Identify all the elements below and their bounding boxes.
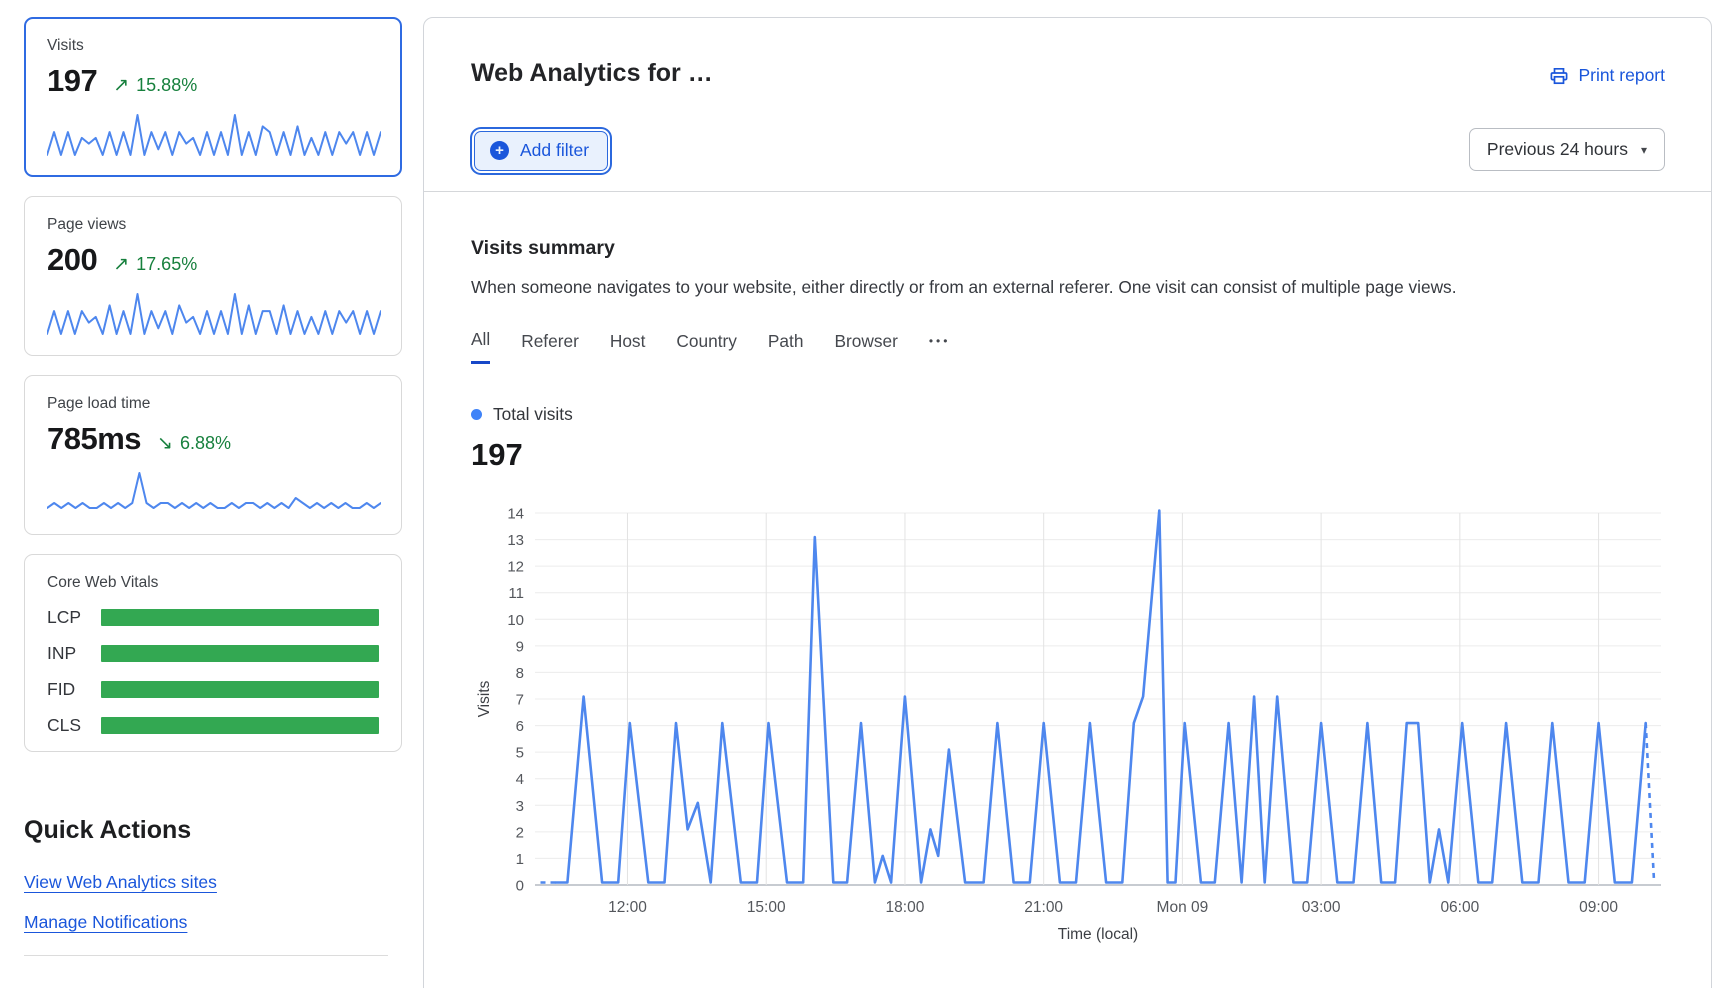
trend-percent: 17.65% bbox=[136, 254, 197, 275]
cwv-row-cls: CLS bbox=[47, 715, 379, 736]
time-range-dropdown[interactable]: Previous 24 hours ▾ bbox=[1469, 128, 1665, 171]
svg-text:7: 7 bbox=[516, 692, 524, 709]
web-analytics-dashboard: Visits 197 ↗ 15.88% Page views 200 ↗ 17.… bbox=[0, 0, 1730, 988]
svg-text:21:00: 21:00 bbox=[1024, 899, 1063, 916]
metric-value-row: 197 ↗ 15.88% bbox=[47, 63, 379, 99]
tab-path[interactable]: Path bbox=[768, 331, 804, 363]
svg-text:Mon 09: Mon 09 bbox=[1157, 899, 1209, 916]
metrics-sidebar: Visits 197 ↗ 15.88% Page views 200 ↗ 17.… bbox=[24, 17, 402, 956]
visits-summary-section: Visits summary When someone navigates to… bbox=[424, 192, 1711, 951]
cwv-good-bar bbox=[101, 645, 379, 662]
svg-text:12:00: 12:00 bbox=[608, 899, 647, 916]
trend-indicator: ↗ 17.65% bbox=[113, 253, 197, 276]
view-web-analytics-sites-link[interactable]: View Web Analytics sites bbox=[24, 872, 217, 893]
sidebar-divider bbox=[24, 955, 388, 956]
visits-metric-card[interactable]: Visits 197 ↗ 15.88% bbox=[24, 17, 402, 177]
page-load-time-metric-card[interactable]: Page load time 785ms ↘ 6.88% bbox=[24, 375, 402, 535]
svg-text:1: 1 bbox=[516, 851, 524, 868]
more-tabs-ellipsis-icon[interactable]: ••• bbox=[929, 334, 951, 359]
cwv-metric-label: INP bbox=[47, 643, 101, 664]
total-visits-value: 197 bbox=[471, 437, 1664, 473]
svg-text:12: 12 bbox=[507, 559, 524, 576]
cwv-good-bar bbox=[101, 717, 379, 734]
svg-text:5: 5 bbox=[516, 745, 524, 762]
cwv-row-fid: FID bbox=[47, 679, 379, 700]
chart-legend: Total visits bbox=[471, 404, 1664, 425]
metric-value: 785ms bbox=[47, 421, 141, 457]
page-views-sparkline bbox=[47, 290, 381, 336]
trend-indicator: ↗ 15.88% bbox=[113, 74, 197, 97]
svg-text:6: 6 bbox=[516, 718, 524, 735]
svg-text:0: 0 bbox=[516, 878, 524, 895]
plus-icon: + bbox=[490, 141, 509, 160]
cwv-good-bar bbox=[101, 681, 379, 698]
metric-value-row: 200 ↗ 17.65% bbox=[47, 242, 379, 278]
trend-percent: 6.88% bbox=[180, 433, 231, 454]
svg-text:09:00: 09:00 bbox=[1579, 899, 1618, 916]
svg-text:10: 10 bbox=[507, 612, 524, 629]
tab-host[interactable]: Host bbox=[610, 331, 646, 363]
svg-text:4: 4 bbox=[516, 771, 524, 788]
visits-sparkline bbox=[47, 111, 381, 157]
add-filter-label: Add filter bbox=[520, 140, 589, 161]
cwv-metric-label: FID bbox=[47, 679, 101, 700]
main-panel: Web Analytics for … Print report + Add f… bbox=[423, 17, 1712, 988]
section-description: When someone navigates to your website, … bbox=[471, 277, 1664, 298]
cwv-good-bar bbox=[101, 609, 379, 626]
svg-text:06:00: 06:00 bbox=[1440, 899, 1479, 916]
svg-text:18:00: 18:00 bbox=[886, 899, 925, 916]
visits-chart-container: 0123456789101112131412:0015:0018:0021:00… bbox=[471, 499, 1664, 951]
svg-text:11: 11 bbox=[508, 585, 524, 602]
core-web-vitals-title: Core Web Vitals bbox=[47, 574, 379, 592]
legend-dot-icon bbox=[471, 409, 482, 420]
tab-browser[interactable]: Browser bbox=[834, 331, 897, 363]
svg-text:Time (local): Time (local) bbox=[1058, 926, 1138, 943]
manage-notifications-link[interactable]: Manage Notifications bbox=[24, 912, 187, 933]
metric-title: Page load time bbox=[47, 395, 379, 413]
svg-text:13: 13 bbox=[507, 532, 524, 549]
metric-value-row: 785ms ↘ 6.88% bbox=[47, 421, 379, 457]
cwv-metric-label: CLS bbox=[47, 715, 101, 736]
time-range-label: Previous 24 hours bbox=[1487, 139, 1628, 160]
cwv-row-inp: INP bbox=[47, 643, 379, 664]
trend-indicator: ↘ 6.88% bbox=[157, 432, 231, 455]
quick-actions-heading: Quick Actions bbox=[24, 816, 402, 845]
trend-down-arrow-icon: ↘ bbox=[157, 432, 173, 455]
svg-text:03:00: 03:00 bbox=[1302, 899, 1341, 916]
trend-up-arrow-icon: ↗ bbox=[113, 74, 129, 97]
tab-all[interactable]: All bbox=[471, 329, 490, 364]
core-web-vitals-card[interactable]: Core Web Vitals LCP INP FID CLS bbox=[24, 554, 402, 752]
metric-value: 197 bbox=[47, 63, 97, 99]
visits-line-chart[interactable]: 0123456789101112131412:0015:0018:0021:00… bbox=[471, 499, 1671, 951]
page-title: Web Analytics for … bbox=[471, 59, 713, 88]
print-report-button[interactable]: Print report bbox=[1549, 65, 1665, 86]
panel-header: Web Analytics for … Print report + Add f… bbox=[424, 18, 1711, 191]
trend-percent: 15.88% bbox=[136, 75, 197, 96]
svg-text:2: 2 bbox=[516, 824, 524, 841]
printer-icon bbox=[1549, 66, 1569, 86]
cwv-metric-label: LCP bbox=[47, 607, 101, 628]
svg-text:9: 9 bbox=[516, 638, 524, 655]
svg-text:3: 3 bbox=[516, 798, 524, 815]
svg-text:Visits: Visits bbox=[476, 680, 493, 717]
cwv-row-lcp: LCP bbox=[47, 607, 379, 628]
tab-referer[interactable]: Referer bbox=[521, 331, 579, 363]
legend-label: Total visits bbox=[493, 404, 573, 425]
chevron-down-icon: ▾ bbox=[1641, 143, 1647, 157]
print-report-label: Print report bbox=[1578, 65, 1665, 86]
metric-value: 200 bbox=[47, 242, 97, 278]
section-title: Visits summary bbox=[471, 237, 1664, 260]
metric-title: Page views bbox=[47, 216, 379, 234]
tab-country[interactable]: Country bbox=[676, 331, 737, 363]
page-load-time-sparkline bbox=[47, 469, 381, 515]
page-views-metric-card[interactable]: Page views 200 ↗ 17.65% bbox=[24, 196, 402, 356]
svg-text:15:00: 15:00 bbox=[747, 899, 786, 916]
trend-up-arrow-icon: ↗ bbox=[113, 253, 129, 276]
add-filter-button[interactable]: + Add filter bbox=[474, 131, 608, 171]
dimension-tabs: All Referer Host Country Path Browser ••… bbox=[471, 329, 1664, 364]
svg-text:8: 8 bbox=[516, 665, 524, 682]
metric-title: Visits bbox=[47, 37, 379, 55]
svg-text:14: 14 bbox=[507, 506, 524, 523]
